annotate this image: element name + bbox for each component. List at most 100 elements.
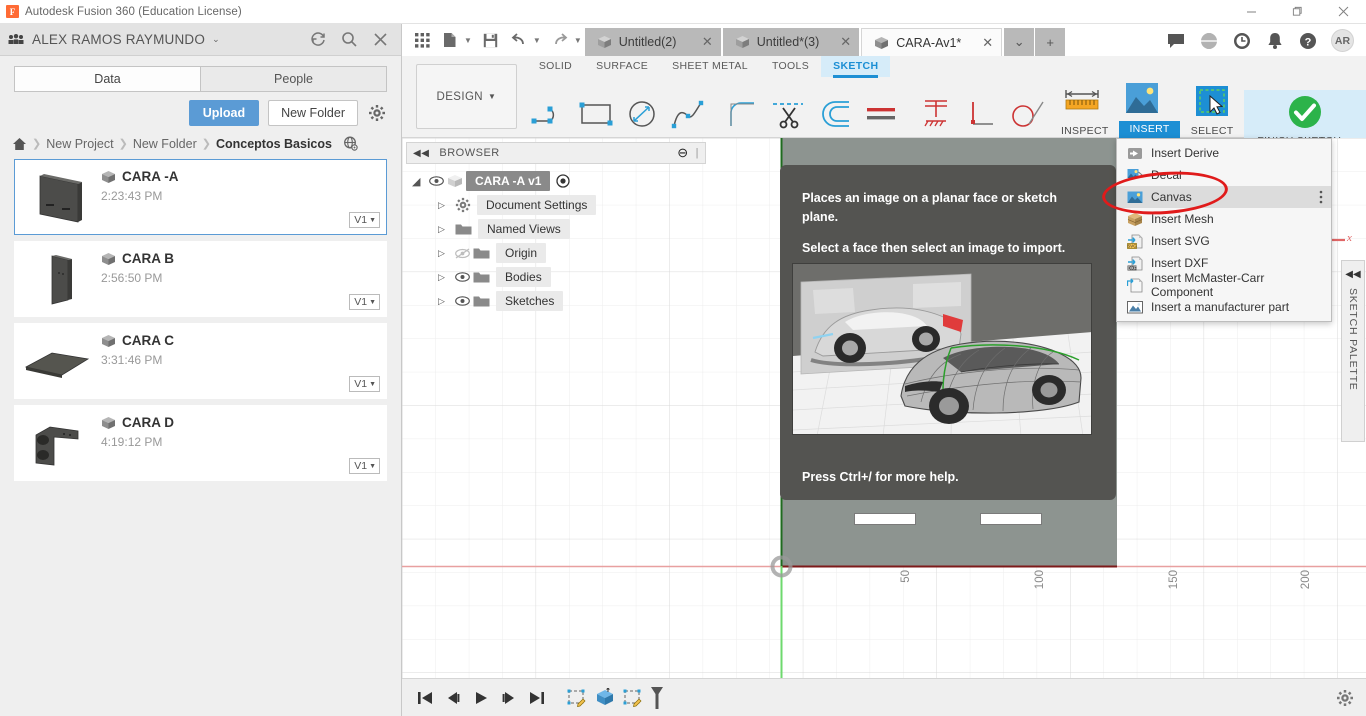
insert-image-icon[interactable] [1119, 78, 1165, 120]
maximize-button[interactable] [1274, 0, 1320, 24]
version-selector[interactable]: V1 ▼ [349, 294, 380, 310]
ground-constraint-icon[interactable] [913, 93, 959, 135]
avatar[interactable]: AR [1331, 29, 1354, 52]
visibility-icon[interactable] [453, 272, 471, 282]
menu-item-insert-svg[interactable]: SVG Insert SVG [1117, 230, 1331, 252]
close-button[interactable] [1320, 0, 1366, 24]
file-card-cara-b[interactable]: CARA B 2:56:50 PM V1 ▼ [14, 241, 387, 317]
search-icon[interactable] [341, 31, 358, 48]
doc-tab-untitled-2[interactable]: Untitled(2) ✕ [584, 28, 721, 56]
spline-tool-icon[interactable] [665, 93, 711, 135]
ribbon-tab-solid[interactable]: SOLID [527, 56, 584, 77]
new-folder-button[interactable]: New Folder [268, 100, 358, 126]
measure-tool-icon[interactable] [1059, 81, 1105, 123]
trim-tool-icon[interactable] [766, 93, 812, 135]
breadcrumb-item-project[interactable]: New Project [46, 137, 113, 151]
tree-node-origin[interactable]: ▷ Origin [406, 241, 706, 265]
expand-arrow-icon[interactable]: ▷ [438, 296, 451, 307]
fillet-tool-icon[interactable] [720, 93, 766, 135]
sketch-edit2-icon[interactable] [620, 685, 646, 711]
tangent-constraint-icon[interactable] [1005, 93, 1051, 135]
close-icon[interactable]: ✕ [826, 34, 851, 50]
insert-dropdown-menu[interactable]: Insert Derive Decal Canvas Insert Mesh S… [1116, 138, 1332, 322]
gear-icon[interactable] [367, 103, 387, 123]
doc-tab-cara-a[interactable]: CARA-Av1* ✕ [861, 28, 1003, 56]
ribbon-tab-surface[interactable]: SURFACE [584, 56, 660, 77]
workspace-switcher[interactable]: DESIGN ▼ [416, 64, 517, 129]
vertical-constraint-icon[interactable] [959, 93, 1005, 135]
tab-data[interactable]: Data [14, 66, 201, 92]
visibility-icon[interactable] [427, 176, 445, 186]
bell-icon[interactable] [1265, 31, 1284, 50]
minimize-button[interactable] [1228, 0, 1274, 24]
chevron-down-icon[interactable]: ▼ [464, 36, 472, 45]
upload-button[interactable]: Upload [188, 100, 260, 126]
skip-start-icon[interactable] [412, 685, 438, 711]
resize-grip[interactable]: | [696, 147, 699, 159]
activate-icon[interactable] [556, 174, 571, 188]
ribbon-tab-sheet-metal[interactable]: SHEET METAL [660, 56, 760, 77]
step-forward-icon[interactable] [496, 685, 522, 711]
recent-icon[interactable] [1232, 31, 1251, 50]
expand-arrow-icon[interactable]: ▷ [438, 248, 451, 259]
minimize-icon[interactable]: ⊖ [677, 145, 688, 161]
tab-people[interactable]: People [201, 66, 387, 92]
chevron-down-icon[interactable]: ▼ [533, 36, 541, 45]
tab-dropdown-button[interactable]: ⌄ [1004, 28, 1035, 56]
tree-node-bodies[interactable]: ▷ Bodies [406, 265, 706, 289]
home-icon[interactable] [12, 137, 27, 151]
visibility-icon[interactable] [453, 296, 471, 306]
menu-item-insert-derive[interactable]: Insert Derive [1117, 142, 1331, 164]
file-card-cara-d[interactable]: CARA D 4:19:12 PM V1 ▼ [14, 405, 387, 481]
ribbon-tab-tools[interactable]: TOOLS [760, 56, 821, 77]
expand-arrow-icon[interactable]: ▷ [438, 224, 451, 235]
timeline-filter-icon[interactable] [644, 685, 670, 711]
new-tab-button[interactable]: + [1035, 28, 1066, 56]
breadcrumb-item-folder[interactable]: New Folder [133, 137, 197, 151]
expand-arrow-icon[interactable]: ◢ [412, 175, 425, 188]
menu-item-overflow-icon[interactable] [1319, 190, 1323, 204]
collapse-icon[interactable]: ◀◀ [1345, 269, 1360, 280]
chevron-down-icon[interactable]: ▼ [574, 36, 582, 45]
rectangle-tool-icon[interactable] [573, 93, 619, 135]
chevron-down-icon[interactable]: ⌄ [212, 34, 220, 45]
redo-icon[interactable] [548, 27, 572, 53]
extrude-icon[interactable] [592, 685, 618, 711]
version-selector[interactable]: V1 ▼ [349, 458, 380, 474]
tree-node-named-views[interactable]: ▷ Named Views [406, 217, 706, 241]
globe-icon[interactable] [1199, 31, 1218, 50]
step-back-icon[interactable] [440, 685, 466, 711]
line-tool-icon[interactable] [527, 93, 573, 135]
select-tool-icon[interactable] [1189, 81, 1235, 123]
doc-tab-untitled-3[interactable]: Untitled*(3) ✕ [722, 28, 860, 56]
file-card-cara-c[interactable]: CARA C 3:31:46 PM V1 ▼ [14, 323, 387, 399]
menu-item-insert-manufacturer-part[interactable]: Insert a manufacturer part [1117, 296, 1331, 318]
skip-end-icon[interactable] [524, 685, 550, 711]
equal-constraint-icon[interactable] [858, 93, 904, 135]
tree-node-sketches[interactable]: ▷ Sketches [406, 289, 706, 313]
version-selector[interactable]: V1 ▼ [349, 212, 380, 228]
close-panel-icon[interactable] [372, 31, 389, 48]
app-grid-icon[interactable] [410, 27, 434, 53]
refresh-icon[interactable] [310, 31, 327, 48]
expand-arrow-icon[interactable]: ▷ [438, 200, 451, 211]
globe-icon[interactable] [343, 136, 358, 151]
close-icon[interactable]: ✕ [968, 35, 993, 51]
ribbon-tab-sketch[interactable]: SKETCH [821, 56, 891, 77]
menu-item-insert-mcmaster[interactable]: Insert McMaster-Carr Component [1117, 271, 1331, 299]
version-selector[interactable]: V1 ▼ [349, 376, 380, 392]
tree-node-cara-a[interactable]: ◢ CARA -A v1 [406, 169, 706, 193]
file-card-cara-a[interactable]: CARA -A 2:23:43 PM V1 ▼ [14, 159, 387, 235]
visibility-off-icon[interactable] [453, 247, 471, 259]
circle-tool-icon[interactable] [619, 93, 665, 135]
new-file-icon[interactable] [438, 27, 462, 53]
offset-tool-icon[interactable] [812, 93, 858, 135]
tree-node-document-settings[interactable]: ▷ Document Settings [406, 193, 706, 217]
help-icon[interactable]: ? [1298, 31, 1317, 50]
undo-icon[interactable] [507, 27, 531, 53]
save-icon[interactable] [479, 27, 503, 53]
sketch-palette-tab[interactable]: ◀◀ SKETCH PALETTE [1341, 260, 1365, 442]
expand-arrow-icon[interactable]: ▷ [438, 272, 451, 283]
close-icon[interactable]: ✕ [688, 34, 713, 50]
gear-icon[interactable] [1336, 689, 1354, 707]
